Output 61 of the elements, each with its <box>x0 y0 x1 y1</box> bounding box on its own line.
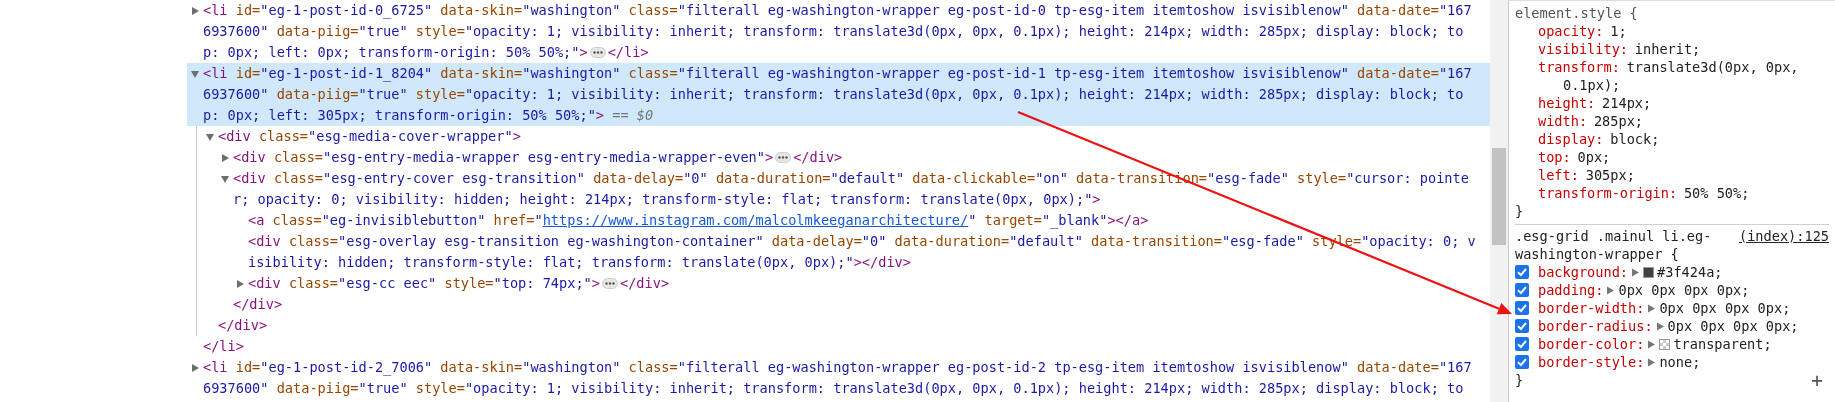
triangle-icon[interactable] <box>236 279 244 288</box>
triangle-icon[interactable] <box>221 175 229 182</box>
css-declaration: border-radius: 0px 0px 0px 0px; <box>1538 317 1800 335</box>
css-selector: .esg-grid .mainul li.eg-washington-wrapper { <box>1515 227 1713 263</box>
triangle-icon[interactable] <box>221 153 229 162</box>
closing-tag: </div> <box>218 315 268 336</box>
checkbox[interactable] <box>1515 283 1529 297</box>
checkbox[interactable] <box>1515 337 1529 351</box>
checkbox[interactable] <box>1515 265 1529 279</box>
html-tag: <a class="eg-invisiblebutton" href="https://www.instagram.com/malcolmkeeganarchitecture/" target="_blank"></a> <box>248 210 1149 231</box>
css-declaration: transform-origin: 50% 50%; <box>1538 184 1751 202</box>
tree-row[interactable]: <div class="esg-entry-media-wrapper esg-entry-media-wrapper-even"> </div> <box>187 147 1490 168</box>
css-declaration: padding: 0px 0px 0px 0px; <box>1538 281 1751 299</box>
css-selector: element.style { <box>1515 4 1639 22</box>
css-declaration: width: 285px; <box>1538 112 1644 130</box>
tree-row[interactable]: <a class="eg-invisiblebutton" href="https://www.instagram.com/malcolmkeeganarchitecture/" target="_blank"></a> <box>187 210 1490 231</box>
tree-row[interactable]: <div class="esg-media-cover-wrapper"> <box>187 126 1490 147</box>
tree-row[interactable]: <div class="esg-cc eec" style="top: 74px;"> </div> <box>187 273 1490 294</box>
css-declaration: opacity: 1; <box>1538 22 1628 40</box>
ellipsis-button[interactable] <box>589 47 606 58</box>
html-tag: <li id="eg-1-post-id-1_8204" data-skin="washington" class="filterall eg-washington-wrapper eg-post-id-1 tp-esg-item itemtoshow isvisiblenow" data-date="167 6937600" data-piig="true" style="opacity: 1; visibility: inherit; transform: translate3d(0px, 0px, 0.1px); height: 214px; width: 285px; display: block; to p: 0px; left: 305px; transform-origin: 50% 50%;"> == $0 <box>203 63 1472 126</box>
color-swatch[interactable] <box>1659 339 1671 350</box>
css-declaration: transform: translate3d(0px, 0px, 0.1px); <box>1538 58 1800 94</box>
triangle-icon[interactable] <box>1648 304 1656 313</box>
checkbox[interactable] <box>1515 355 1529 369</box>
css-declaration: background: #3f424a; <box>1538 263 1724 281</box>
new-rule-button[interactable]: + <box>1810 371 1829 389</box>
source-link[interactable]: (index):125 <box>1738 227 1829 263</box>
css-declaration: display: block; <box>1538 130 1661 148</box>
triangle-icon[interactable] <box>1607 286 1615 295</box>
triangle-icon[interactable] <box>191 363 199 372</box>
triangle-icon[interactable] <box>1648 358 1656 367</box>
html-tag: <li id="eg-1-post-id-2_7006" data-skin="washington" class="filterall eg-washington-wrapper eg-post-id-2 tp-esg-item itemtoshow isvisiblenow" data-date="167 6937600" data-piig="true" style="opacity: 1; visibility: inherit; transform: translate3d(0px, 0px, 0.1px); height: 214px; width: 285px; display: block; to <box>203 357 1472 399</box>
triangle-icon[interactable] <box>1656 322 1664 331</box>
url-link[interactable]: https://www.instagram.com/malcolmkeeganarchitecture/ <box>542 212 969 228</box>
html-tag: <div class="esg-entry-media-wrapper esg-entry-media-wrapper-even"> </div> <box>233 147 843 168</box>
html-tag: <li id="eg-1-post-id-0_6725" data-skin="washington" class="filterall eg-washington-wrapper eg-post-id-0 tp-esg-item itemtoshow isvisiblenow" data-date="167 6937600" data-piig="true" style="opacity: 1; visibility: inherit; transform: translate3d(0px, 0px, 0.1px); height: 214px; width: 285px; display: block; to p: 0px; left: 0px; transform-origin: 50% 50%;"> </li> <box>203 0 1472 63</box>
css-declaration: border-width: 0px 0px 0px 0px; <box>1538 299 1792 317</box>
css-declaration: height: 214px; <box>1538 94 1653 112</box>
closing-brace: } <box>1515 371 1524 389</box>
closing-tag: </div> <box>233 294 283 315</box>
triangle-icon[interactable] <box>1648 340 1656 349</box>
css-declaration: visibility: inherit; <box>1538 40 1702 58</box>
checkbox[interactable] <box>1515 319 1529 333</box>
triangle-icon[interactable] <box>191 6 199 15</box>
css-declaration: border-style: none; <box>1538 353 1702 371</box>
ellipsis-button[interactable] <box>601 278 618 289</box>
css-declaration: left: 305px; <box>1538 166 1636 184</box>
triangle-icon[interactable] <box>191 70 199 77</box>
ellipsis-button[interactable] <box>775 152 792 163</box>
closing-tag: </li> <box>203 336 244 357</box>
triangle-icon[interactable] <box>206 133 214 140</box>
html-tag: <div class="esg-media-cover-wrapper"> <box>218 126 521 147</box>
html-tag: <div class="esg-cc eec" style="top: 74px;"> </div> <box>248 273 670 294</box>
triangle-icon[interactable] <box>1632 268 1640 277</box>
css-declaration: top: 0px; <box>1538 148 1612 166</box>
color-swatch[interactable] <box>1643 267 1655 278</box>
closing-brace: } <box>1515 202 1524 220</box>
scrollbar[interactable] <box>1490 0 1508 402</box>
css-declaration: border-color: transparent; <box>1538 335 1773 353</box>
checkbox[interactable] <box>1515 301 1529 315</box>
